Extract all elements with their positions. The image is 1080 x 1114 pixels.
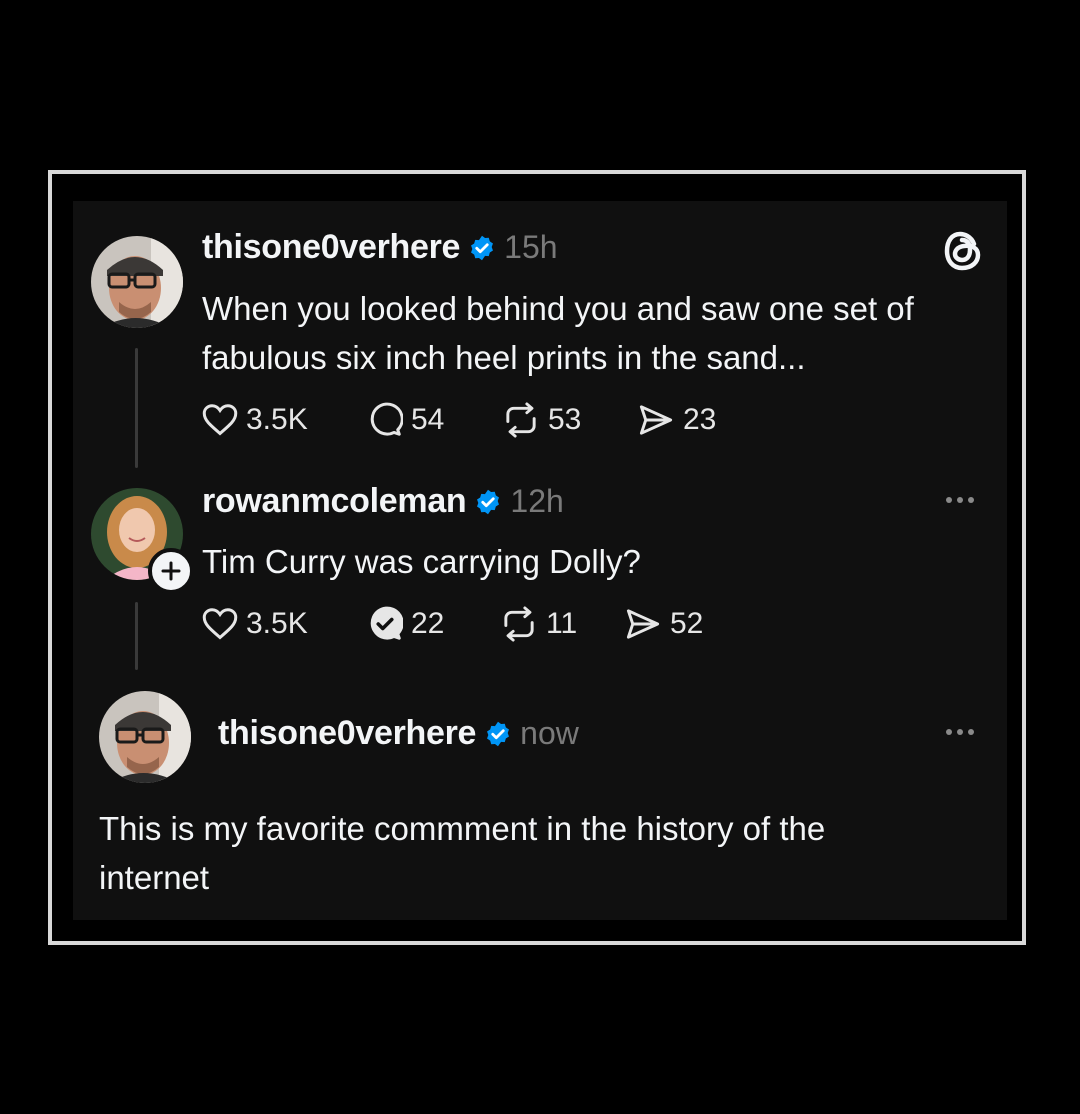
heart-icon (202, 404, 238, 436)
verified-badge-icon (477, 489, 500, 514)
post-time: 12h (510, 483, 564, 519)
more-dots-icon[interactable] (946, 729, 974, 735)
post-text-line: internet (99, 859, 210, 896)
avatar-thisone0verhere[interactable] (99, 691, 191, 783)
post-time: 15h (504, 229, 558, 265)
post-actions: 3.5K 22 11 52 (202, 606, 703, 642)
repost-count: 53 (548, 403, 582, 436)
repost-button[interactable]: 53 (502, 402, 637, 438)
username[interactable]: rowanmcoleman (202, 482, 467, 521)
post-header: thisone0verhere now (218, 714, 579, 753)
username[interactable]: thisone0verhere (202, 228, 460, 267)
like-button[interactable]: 3.5K (202, 403, 367, 437)
share-button[interactable]: 23 (637, 402, 716, 438)
repost-icon (506, 402, 536, 438)
more-dots-icon[interactable] (946, 497, 974, 503)
post-text: This is my favorite commment in the hist… (99, 804, 825, 902)
post-actions: 3.5K 54 53 23 (202, 402, 716, 438)
like-count: 3.5K (246, 607, 308, 640)
username[interactable]: thisone0verhere (218, 714, 476, 753)
post-text-line: When you looked behind you and saw one s… (202, 290, 914, 327)
plus-icon (161, 561, 181, 581)
share-button[interactable]: 52 (624, 606, 703, 642)
reply-count: 54 (411, 403, 445, 436)
like-button[interactable]: 3.5K (202, 607, 367, 641)
send-icon (639, 405, 673, 435)
heart-icon (202, 608, 238, 640)
post-header: thisone0verhere 15h (202, 228, 558, 267)
post-text: Tim Curry was carrying Dolly? (202, 543, 641, 580)
thread-line (135, 348, 138, 468)
post-text: When you looked behind you and saw one s… (202, 284, 914, 382)
post-text-line: This is my favorite commment in the hist… (99, 810, 826, 847)
send-icon (626, 609, 660, 639)
repost-count: 11 (546, 607, 578, 640)
comment-filled-icon (370, 606, 403, 640)
post-text-line: fabulous six inch heel prints in the san… (202, 339, 806, 376)
follow-button[interactable] (148, 548, 194, 594)
repost-icon (504, 606, 534, 642)
share-count: 23 (683, 403, 717, 436)
repost-button[interactable]: 11 (500, 606, 624, 642)
post-header: rowanmcoleman 12h (202, 482, 564, 521)
share-count: 52 (670, 607, 704, 640)
threads-logo-icon[interactable] (944, 230, 982, 277)
reply-button[interactable]: 54 (367, 402, 502, 438)
verified-badge-icon (471, 235, 494, 260)
reply-count: 22 (411, 607, 445, 640)
avatar-thisone0verhere[interactable] (91, 236, 183, 328)
thread-line (135, 602, 138, 670)
like-count: 3.5K (246, 403, 308, 436)
reply-button[interactable]: 22 (367, 606, 500, 642)
verified-badge-icon (487, 721, 510, 746)
comment-icon (370, 402, 403, 436)
post-time: now (520, 715, 579, 751)
